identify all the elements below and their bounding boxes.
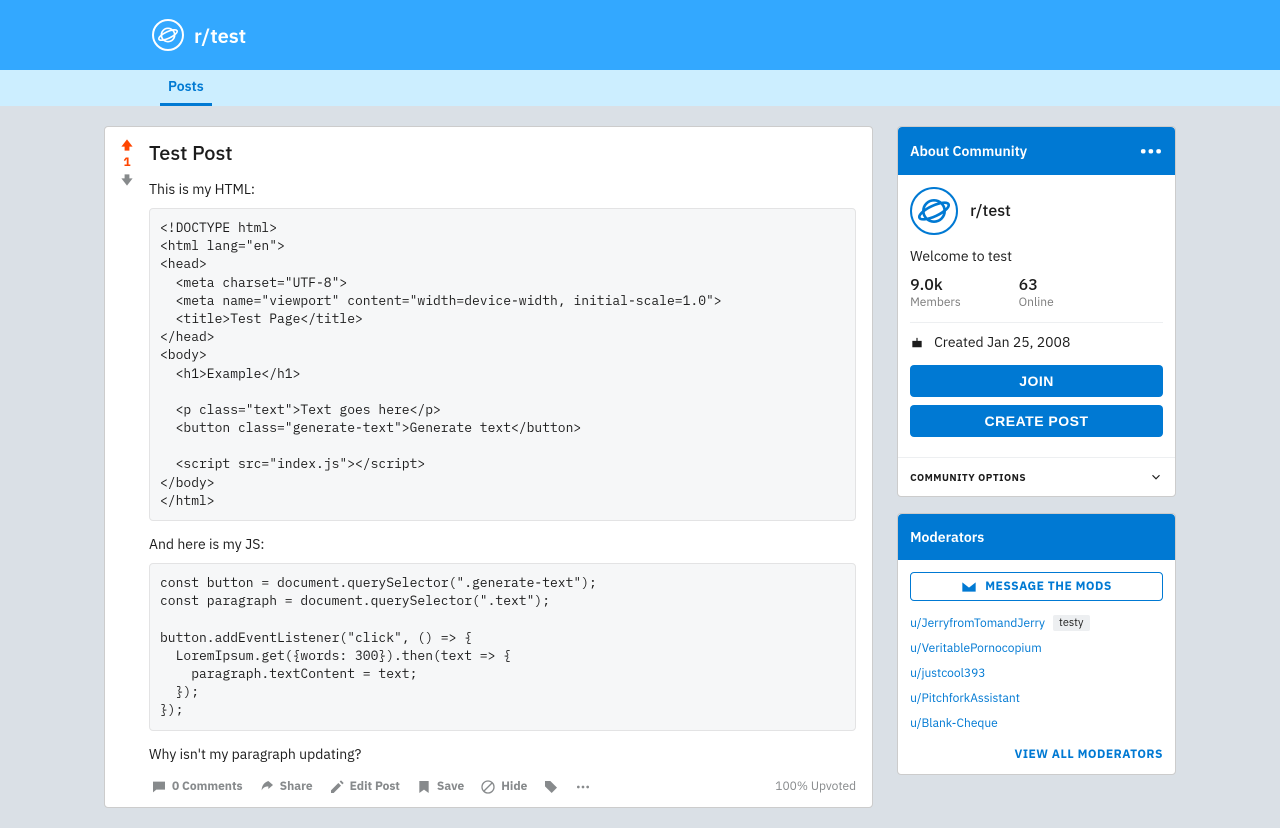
community-icon[interactable] bbox=[152, 19, 184, 51]
planet-icon bbox=[918, 195, 950, 227]
message-mods-button[interactable]: MESSAGE THE MODS bbox=[910, 572, 1163, 601]
online-label: Online bbox=[1019, 295, 1054, 310]
community-description: Welcome to test bbox=[910, 247, 1163, 265]
members-label: Members bbox=[910, 295, 961, 310]
post-text-outro: Why isn't my paragraph updating? bbox=[149, 745, 856, 763]
comments-label: 0 Comments bbox=[172, 779, 243, 794]
moderator-link[interactable]: u/justcool393 bbox=[910, 666, 985, 681]
moderator-row: u/PitchforkAssistant bbox=[910, 691, 1163, 706]
sidebar-community-icon[interactable] bbox=[910, 187, 958, 235]
post-title: Test Post bbox=[149, 139, 856, 166]
bookmark-icon bbox=[416, 779, 432, 795]
moderators-widget: Moderators MESSAGE THE MODS u/JerryfromT… bbox=[897, 513, 1176, 775]
downvote-icon[interactable] bbox=[117, 172, 137, 188]
moderator-tag: testy bbox=[1053, 615, 1090, 631]
vote-column: 1 bbox=[105, 127, 149, 807]
edit-label: Edit Post bbox=[350, 779, 400, 794]
created-row: Created Jan 25, 2008 bbox=[910, 333, 1163, 351]
code-block-html: <!DOCTYPE html> <html lang="en"> <head> … bbox=[149, 208, 856, 521]
message-mods-label: MESSAGE THE MODS bbox=[985, 579, 1112, 594]
moderator-row: u/justcool393 bbox=[910, 666, 1163, 681]
comment-icon bbox=[151, 779, 167, 795]
planet-icon bbox=[158, 25, 178, 45]
moderator-row: u/JerryfromTomandJerry testy bbox=[910, 615, 1163, 631]
moderator-link[interactable]: u/JerryfromTomandJerry bbox=[910, 616, 1045, 631]
moderator-link[interactable]: u/VeritablePornocopium bbox=[910, 641, 1042, 656]
hide-button[interactable]: Hide bbox=[478, 775, 529, 799]
comments-button[interactable]: 0 Comments bbox=[149, 775, 245, 799]
tag-button[interactable] bbox=[541, 775, 561, 799]
moderator-list: u/JerryfromTomandJerry testy u/Veritable… bbox=[910, 615, 1163, 731]
post-text-intro: This is my HTML: bbox=[149, 180, 856, 198]
online-count: 63 bbox=[1019, 275, 1054, 295]
envelope-icon bbox=[961, 581, 977, 593]
upvoted-label: 100% Upvoted bbox=[775, 779, 856, 794]
tabs-bar: Posts bbox=[0, 70, 1280, 106]
post-score: 1 bbox=[123, 155, 130, 170]
moderator-row: u/VeritablePornocopium bbox=[910, 641, 1163, 656]
about-more-icon[interactable]: ••• bbox=[1140, 141, 1163, 161]
moderators-header: Moderators bbox=[898, 514, 1175, 560]
share-icon bbox=[259, 779, 275, 795]
moderator-link[interactable]: u/PitchforkAssistant bbox=[910, 691, 1020, 706]
moderator-row: u/Blank-Cheque bbox=[910, 716, 1163, 731]
post-actions: 0 Comments Share Edit Post Save bbox=[149, 775, 856, 799]
about-widget: About Community ••• r/test Welcome to te… bbox=[897, 126, 1176, 497]
save-label: Save bbox=[437, 779, 464, 794]
save-button[interactable]: Save bbox=[414, 775, 466, 799]
community-options[interactable]: COMMUNITY OPTIONS bbox=[898, 457, 1175, 496]
moderators-title: Moderators bbox=[910, 528, 984, 546]
dots-icon bbox=[575, 779, 591, 795]
tag-icon bbox=[543, 779, 559, 795]
tab-posts[interactable]: Posts bbox=[160, 69, 212, 106]
share-button[interactable]: Share bbox=[257, 775, 315, 799]
view-all-moderators[interactable]: VIEW ALL MODERATORS bbox=[910, 747, 1163, 762]
edit-button[interactable]: Edit Post bbox=[327, 775, 402, 799]
created-text: Created Jan 25, 2008 bbox=[934, 333, 1070, 351]
code-block-js: const button = document.querySelector(".… bbox=[149, 563, 856, 731]
upvote-icon[interactable] bbox=[117, 137, 137, 153]
members-count: 9.0k bbox=[910, 275, 961, 295]
community-options-label: COMMUNITY OPTIONS bbox=[910, 471, 1026, 484]
sidebar-community-name[interactable]: r/test bbox=[970, 201, 1011, 221]
hide-label: Hide bbox=[501, 779, 527, 794]
share-label: Share bbox=[280, 779, 313, 794]
moderator-link[interactable]: u/Blank-Cheque bbox=[910, 716, 998, 731]
create-post-button[interactable]: CREATE POST bbox=[910, 405, 1163, 437]
hide-icon bbox=[480, 779, 496, 795]
about-header: About Community ••• bbox=[898, 127, 1175, 175]
pencil-icon bbox=[329, 779, 345, 795]
about-title: About Community bbox=[910, 142, 1027, 160]
chevron-down-icon bbox=[1149, 470, 1163, 484]
post-text-mid: And here is my JS: bbox=[149, 535, 856, 553]
join-button[interactable]: JOIN bbox=[910, 365, 1163, 397]
banner: r/test bbox=[0, 0, 1280, 70]
post-card: 1 Test Post This is my HTML: <!DOCTYPE h… bbox=[104, 126, 873, 808]
more-button[interactable] bbox=[573, 775, 593, 799]
community-title[interactable]: r/test bbox=[194, 22, 246, 49]
cake-icon bbox=[910, 335, 924, 349]
